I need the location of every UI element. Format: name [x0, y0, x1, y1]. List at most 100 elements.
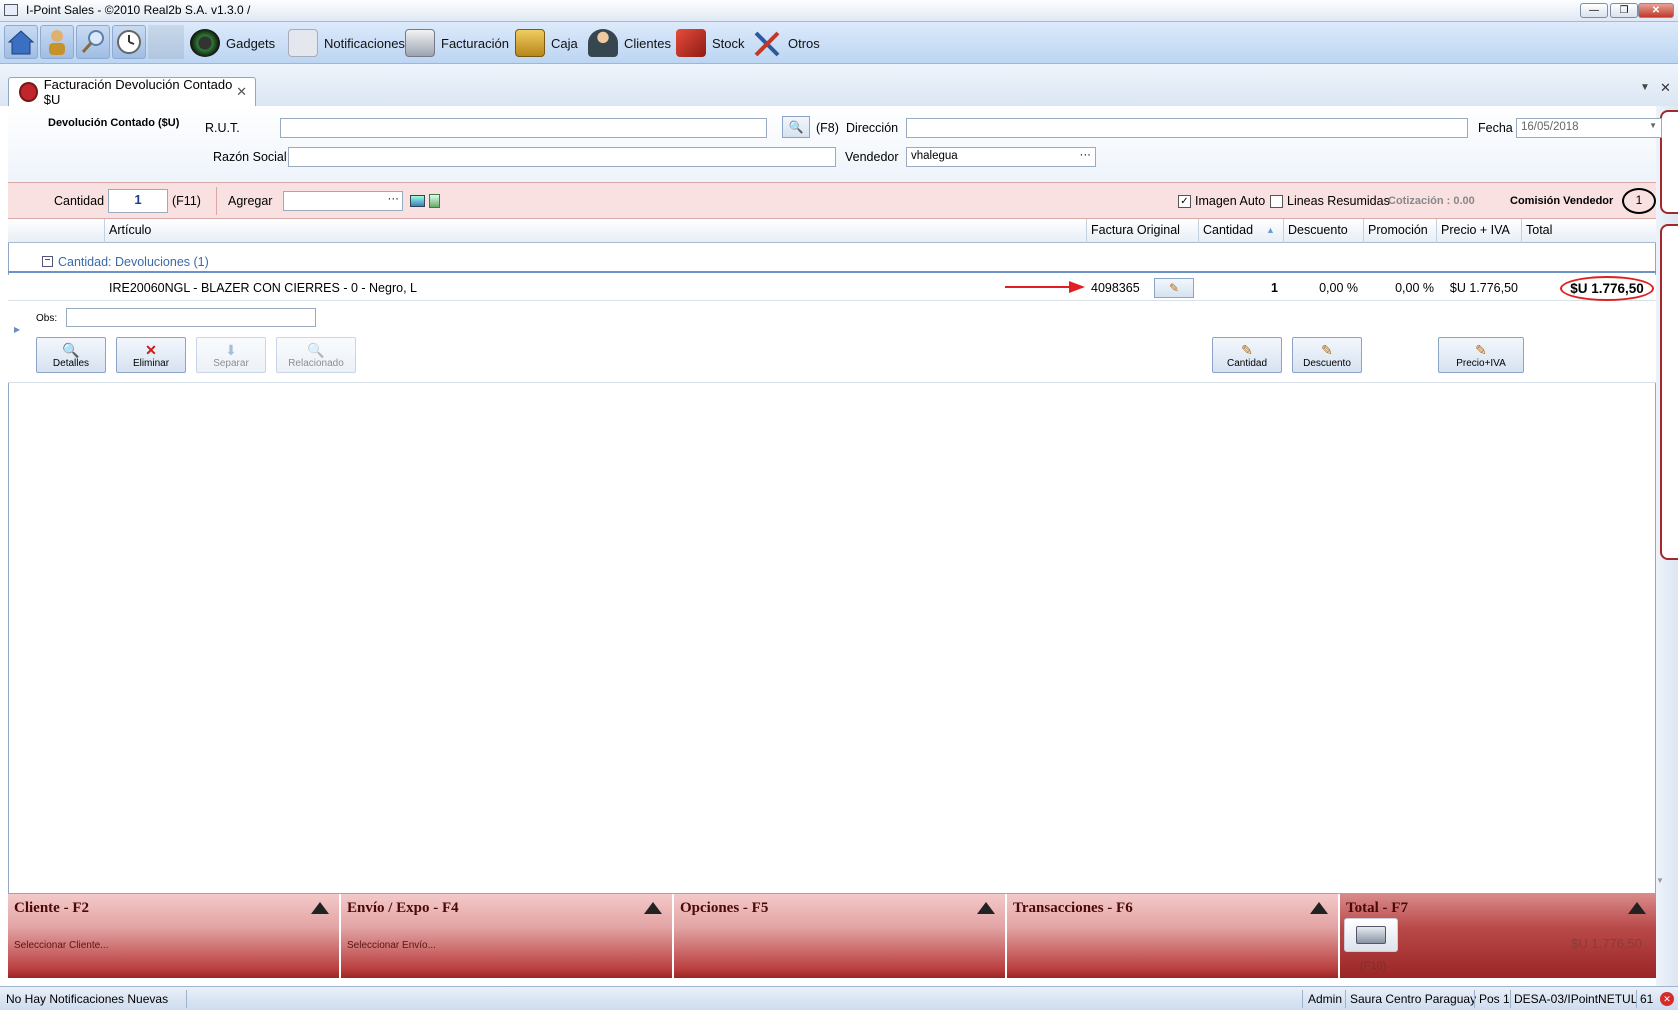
vendedor-label: Vendedor: [845, 150, 899, 164]
pencil-icon: ✎: [1321, 342, 1333, 358]
side-panel-tab-bottom[interactable]: [1660, 224, 1678, 560]
obs-label: Obs:: [36, 313, 58, 324]
scroll-down-icon[interactable]: ▼: [1656, 876, 1664, 885]
split-icon: ⬇: [225, 342, 237, 358]
divider: [216, 187, 217, 215]
relacionado-button[interactable]: 🔍 Relacionado: [276, 337, 356, 373]
search-button[interactable]: [76, 25, 110, 59]
menu-caja[interactable]: Caja: [515, 28, 578, 58]
home-button[interactable]: [4, 25, 38, 59]
lineas-resumidas-checkbox[interactable]: [1270, 195, 1283, 208]
vendedor-input[interactable]: vhalegua ···: [906, 147, 1096, 167]
button-label: Detalles: [52, 358, 90, 369]
agregar-browse-button[interactable]: ···: [388, 193, 400, 205]
button-label: Precio+IVA: [1456, 358, 1506, 369]
notifications-status[interactable]: No Hay Notificaciones Nuevas: [6, 992, 168, 1006]
opciones-panel[interactable]: Opciones - F5: [674, 894, 1007, 978]
cell-precio-iva: $U 1.776,50: [1449, 281, 1518, 295]
f10-hint: (F10): [1360, 960, 1387, 972]
pencil-icon: ✎: [1241, 342, 1253, 358]
edit-cantidad-button[interactable]: ✎ Cantidad: [1212, 337, 1282, 373]
close-all-tabs-button[interactable]: ✕: [1660, 80, 1671, 96]
error-icon[interactable]: ✕: [1660, 992, 1674, 1006]
magnifier-icon: 🔍: [62, 342, 80, 358]
menu-label: Gadgets: [226, 35, 276, 51]
menu-otros[interactable]: Otros: [752, 28, 820, 58]
tab-close-icon[interactable]: ✕: [236, 84, 247, 100]
expand-arrow-icon[interactable]: ▶: [14, 325, 20, 334]
col-factura-original[interactable]: Factura Original: [1091, 223, 1180, 237]
col-descuento[interactable]: Descuento: [1288, 223, 1348, 237]
total-panel[interactable]: Total - F7 (F10) $U 1.776,50: [1340, 894, 1656, 978]
button-label: Relacionado: [288, 358, 344, 369]
col-precio-iva[interactable]: Precio + IVA: [1441, 223, 1510, 237]
col-articulo[interactable]: Artículo: [109, 223, 151, 237]
table-row[interactable]: IRE20060NGL - BLAZER CON CIERRES - 0 - N…: [8, 275, 1656, 301]
panel-subtitle[interactable]: Seleccionar Cliente...: [14, 940, 109, 951]
close-window-button[interactable]: ✕: [1638, 3, 1674, 18]
expand-up-icon[interactable]: [1310, 902, 1328, 914]
edit-factura-button[interactable]: ✎: [1154, 278, 1194, 298]
transacciones-panel[interactable]: Transacciones - F6: [1007, 894, 1340, 978]
home-icon: [7, 30, 35, 55]
eliminar-button[interactable]: ✕ Eliminar: [116, 337, 186, 373]
comision-vendedor-value[interactable]: 1: [1622, 188, 1656, 214]
obs-input[interactable]: [66, 308, 316, 327]
annotation-arrow: [1005, 281, 1085, 293]
rut-search-button[interactable]: 🔍: [782, 116, 810, 138]
users-icon: [49, 30, 65, 55]
add-item-bar: Cantidad 1 (F11) Agregar ··· ✓ Imagen Au…: [8, 182, 1656, 219]
expand-up-icon[interactable]: [311, 902, 329, 914]
users-button[interactable]: [40, 25, 74, 59]
separar-button[interactable]: ⬇ Separar: [196, 337, 266, 373]
cliente-panel[interactable]: Cliente - F2 Seleccionar Cliente...: [8, 894, 341, 978]
minimize-button[interactable]: —: [1580, 3, 1608, 18]
cantidad-label: Cantidad: [54, 194, 105, 208]
vendedor-value: vhalegua: [911, 150, 958, 162]
terminal-status: DESA-03/IPointNETUL: [1514, 992, 1638, 1006]
tab-dropdown-button[interactable]: ▼: [1640, 82, 1650, 93]
panel-subtitle[interactable]: Seleccionar Envío...: [347, 940, 436, 951]
envio-panel[interactable]: Envío / Expo - F4 Seleccionar Envío...: [341, 894, 674, 978]
detalles-button[interactable]: 🔍 Detalles: [36, 337, 106, 373]
expand-up-icon[interactable]: [644, 902, 662, 914]
collapse-group-button[interactable]: −: [42, 256, 53, 267]
button-label: Cantidad: [1226, 358, 1268, 369]
expand-up-icon[interactable]: [977, 902, 995, 914]
vendedor-browse-button[interactable]: ···: [1080, 149, 1092, 161]
fecha-datepicker[interactable]: 16/05/2018 ▼: [1516, 118, 1662, 138]
tab-facturacion-devolucion[interactable]: Facturación Devolución Contado $U ✕: [8, 77, 256, 107]
cell-factura-original: 4098365: [1091, 281, 1140, 295]
cell-articulo: IRE20060NGL - BLAZER CON CIERRES - 0 - N…: [109, 281, 417, 295]
excel-icon[interactable]: [429, 194, 440, 208]
clock-button[interactable]: [112, 25, 146, 59]
maximize-button[interactable]: ❐: [1610, 3, 1638, 18]
menu-gadgets[interactable]: Gadgets: [190, 28, 275, 58]
cash-register-icon: [1356, 926, 1386, 944]
expand-up-icon[interactable]: [1628, 902, 1646, 914]
side-panel-tab-top[interactable]: [1660, 110, 1678, 214]
image-view-icon[interactable]: [410, 195, 425, 207]
app-icon: [4, 4, 18, 16]
agregar-input[interactable]: ···: [283, 191, 403, 211]
cantidad-input[interactable]: 1: [108, 189, 168, 213]
invoice-header: Devolución Contado ($U) R.U.T. 🔍 (F8) Di…: [8, 106, 1662, 182]
menu-notificaciones[interactable]: Notificaciones: [288, 28, 405, 58]
menu-clientes[interactable]: Clientes: [588, 28, 671, 58]
imagen-auto-checkbox[interactable]: ✓: [1178, 195, 1191, 208]
edit-precio-iva-button[interactable]: ✎ Precio+IVA: [1438, 337, 1524, 373]
row-detail-panel: ▶ Obs: 🔍 Detalles ✕ Eliminar ⬇ Separar 🔍…: [8, 301, 1656, 383]
col-cantidad[interactable]: Cantidad: [1203, 223, 1253, 237]
col-promocion[interactable]: Promoción: [1368, 223, 1428, 237]
pencil-icon: ✎: [1168, 281, 1180, 295]
cell-cantidad: 1: [1271, 281, 1278, 295]
edit-descuento-button[interactable]: ✎ Descuento: [1292, 337, 1362, 373]
direccion-input[interactable]: [906, 118, 1468, 138]
razon-social-input[interactable]: [288, 147, 836, 167]
rut-input[interactable]: [280, 118, 767, 138]
col-total[interactable]: Total: [1526, 223, 1552, 237]
tools-icon: [754, 31, 780, 57]
menu-facturacion[interactable]: Facturación: [405, 28, 509, 58]
cobrar-button[interactable]: [1344, 918, 1398, 952]
menu-stock[interactable]: Stock: [676, 28, 745, 58]
